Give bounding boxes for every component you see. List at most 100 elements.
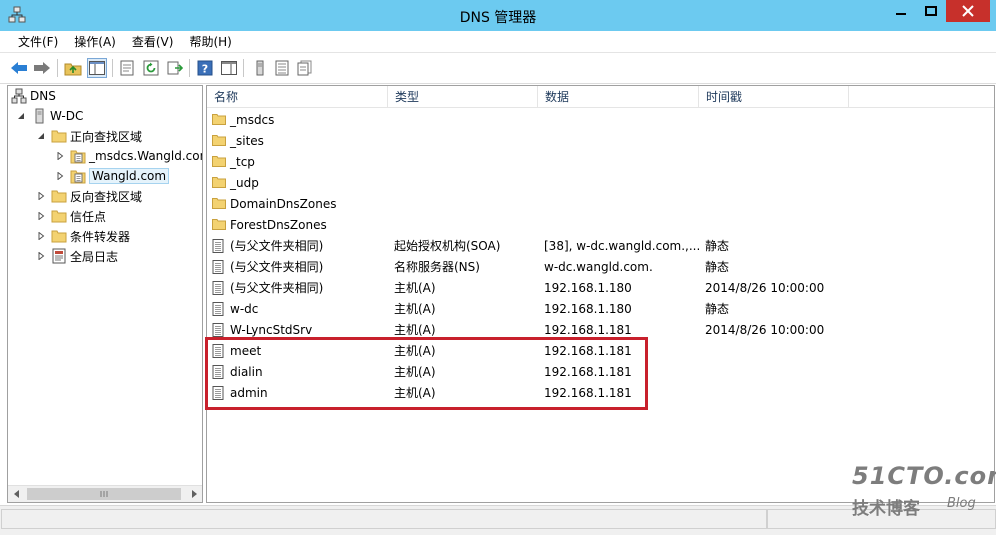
table-row[interactable]: ForestDnsZones [207,214,849,235]
dns-icon [11,88,27,104]
tree-node-conditional-forwarders[interactable]: 条件转发器 [35,226,130,246]
tree-horizontal-scrollbar[interactable] [8,485,202,502]
cell-data: 192.168.1.181 [544,322,632,337]
menu-bar: 文件(F) 操作(A) 查看(V) 帮助(H) [0,31,996,53]
forward-button[interactable] [32,58,52,78]
record-name: dialin [230,364,263,379]
tree-node-forward-zones[interactable]: 正向查找区域 [35,126,142,146]
menu-help[interactable]: 帮助(H) [181,31,239,53]
scroll-right-arrow-icon[interactable] [185,486,202,502]
table-row[interactable]: _tcp [207,151,849,172]
cell-timestamp: 静态 [705,302,730,316]
folder-icon [212,155,226,169]
menu-view[interactable]: 查看(V) [124,31,182,53]
svg-text:?: ? [202,63,208,76]
record-name: meet [230,343,262,358]
cell-data: [38], w-dc.wangld.com.,... [544,238,699,253]
folder-icon [212,197,226,211]
record-icon [212,322,226,337]
cell-name: W-LyncStdSrv [207,322,388,337]
show-tree-button[interactable] [87,58,107,78]
help-button[interactable]: ? [195,58,215,78]
cell-name: _msdcs [207,113,388,127]
table-row[interactable]: _udp [207,172,849,193]
console-tree[interactable]: DNS W-DC 正向查找区域 _msdcs.Wangld.com Wangld… [7,85,203,503]
refresh-button[interactable] [141,58,161,78]
list-icon [275,60,289,76]
tree-node-reverse-zones[interactable]: 反向查找区域 [35,186,142,206]
collapse-triangle-icon[interactable] [35,130,47,142]
expand-triangle-icon[interactable] [54,150,66,162]
maximize-button[interactable] [916,0,946,22]
table-row[interactable]: meet 主机(A) 192.168.1.181 [207,340,849,361]
folder-icon [51,128,67,144]
records-button[interactable] [295,58,315,78]
column-header-data[interactable]: 数据 [538,86,699,108]
close-button[interactable] [946,0,990,22]
collapse-triangle-icon[interactable] [15,110,27,122]
cell-timestamp: 静态 [705,239,730,253]
record-name: (与父文件夹相同) [230,239,324,253]
table-row[interactable]: dialin 主机(A) 192.168.1.181 [207,361,849,382]
table-row[interactable]: _msdcs [207,109,849,130]
cell-data: 192.168.1.180 [544,301,632,316]
record-icon [212,280,226,295]
title-bar: DNS 管理器 [0,0,996,31]
expand-triangle-icon[interactable] [35,210,47,222]
record-name: _udp [230,175,259,190]
menu-file[interactable]: 文件(F) [10,31,66,53]
minimize-button[interactable] [886,0,916,22]
column-header-timestamp[interactable]: 时间戳 [699,86,849,108]
record-name: (与父文件夹相同) [230,260,324,274]
cell-data: w-dc.wangld.com. [544,259,653,274]
maximize-icon [925,6,937,16]
expand-triangle-icon[interactable] [54,170,66,182]
tree-node-server[interactable]: W-DC [15,106,83,126]
action-pane-button[interactable] [219,58,239,78]
tree-node-trust-points[interactable]: 信任点 [35,206,106,226]
back-arrow-icon [11,62,27,74]
back-button[interactable] [9,58,29,78]
cell-name: dialin [207,364,388,379]
tree-node-zone-msdcs[interactable]: _msdcs.Wangld.com [54,146,202,166]
folder-icon [212,176,226,190]
table-row[interactable]: (与父文件夹相同) 起始授权机构(SOA) [38], w-dc.wangld.co… [207,235,849,256]
export-button[interactable] [165,58,185,78]
properties-button[interactable] [117,58,137,78]
cell-name: _tcp [207,155,388,169]
tree-node-global-logs[interactable]: 全局日志 [35,246,118,266]
scrollbar-thumb[interactable] [27,488,181,500]
cell-timestamp: 静态 [705,260,730,274]
column-header-type[interactable]: 类型 [388,86,538,108]
watermark-logo: 51CTO.com 技术博客 Blog [852,462,996,522]
table-row[interactable]: (与父文件夹相同) 主机(A) 192.168.1.180 2014/8/26 10:… [207,277,849,298]
server-button[interactable] [250,58,270,78]
tree-label: 条件转发器 [70,229,131,244]
zone-icon [70,168,86,184]
column-header-name[interactable]: 名称 [207,86,388,108]
table-row[interactable]: admin 主机(A) 192.168.1.181 [207,382,849,403]
up-level-button[interactable] [63,58,83,78]
records-list-view[interactable]: 名称 类型 数据 时间戳 _msdcs _sites _tcp _udp DomainD… [206,85,995,503]
table-row[interactable]: (与父文件夹相同) 名称服务器(NS) w-dc.wangld.com. 静态 [207,256,849,277]
table-row[interactable]: _sites [207,130,849,151]
expand-triangle-icon[interactable] [35,230,47,242]
menu-action[interactable]: 操作(A) [66,31,124,53]
cell-data: 192.168.1.181 [544,364,632,379]
expand-triangle-icon[interactable] [35,250,47,262]
table-row[interactable]: w-dc 主机(A) 192.168.1.180 静态 [207,298,849,319]
tree-node-zone-wangld[interactable]: Wangld.com [54,166,170,186]
tree-node-dns[interactable]: DNS [11,86,56,106]
scroll-left-arrow-icon[interactable] [8,486,25,502]
list-view-button[interactable] [272,58,292,78]
cell-name: (与父文件夹相同) [207,279,388,296]
table-row[interactable]: DomainDnsZones [207,193,849,214]
expand-triangle-icon[interactable] [35,190,47,202]
window-title: DNS 管理器 [459,10,537,26]
refresh-icon [143,60,159,76]
tree-label: Wangld.com [89,168,170,184]
tree-label: 正向查找区域 [70,129,143,144]
table-row[interactable]: W-LyncStdSrv 主机(A) 192.168.1.181 2014/8/26 … [207,319,849,340]
watermark-tagline: 技术博客 [852,499,920,519]
event-log-icon [51,248,67,264]
